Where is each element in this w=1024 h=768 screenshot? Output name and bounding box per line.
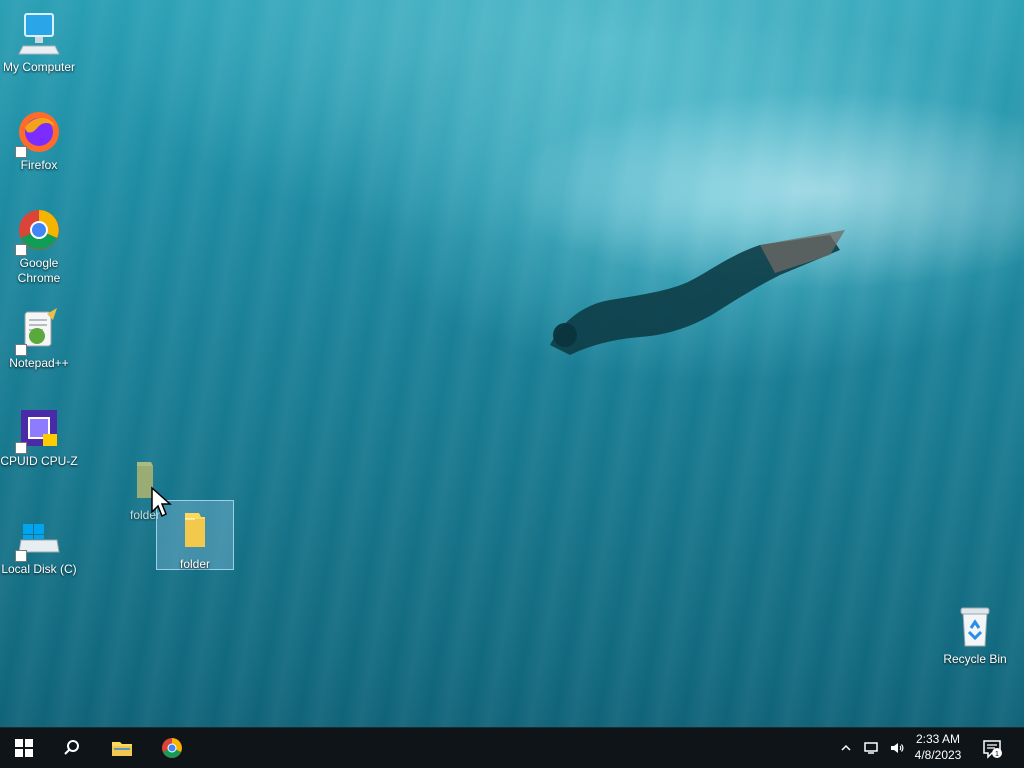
desktop-icon-label: Notepad++ <box>9 356 69 370</box>
clock[interactable]: 2:33 AM 4/8/2023 <box>908 731 968 763</box>
desktop-icon-label: Google Chrome <box>17 256 61 285</box>
chrome-icon <box>162 738 182 758</box>
recycle-bin-icon <box>951 602 999 650</box>
file-explorer-icon <box>112 742 132 756</box>
shortcut-arrow-icon <box>15 244 27 256</box>
notifications-icon: 1 <box>983 740 1002 759</box>
volume-button[interactable] <box>884 728 910 768</box>
search-button[interactable] <box>48 728 96 768</box>
volume-icon <box>891 743 904 753</box>
shortcut-arrow-icon <box>15 344 27 356</box>
shortcut-arrow-icon <box>15 550 27 562</box>
cpu-z-icon <box>15 404 63 454</box>
desktop-icon-label: Local Disk (C) <box>1 562 77 576</box>
taskbar-pinned-file-explorer[interactable] <box>98 728 146 768</box>
action-center-button[interactable]: 1 <box>972 728 1012 768</box>
chrome-icon <box>15 206 63 256</box>
desktop-icon-local-disk-c[interactable]: Local Disk (C) <box>0 512 78 577</box>
mouse-cursor-icon <box>151 486 172 518</box>
desktop-icon-label: folder <box>179 557 211 571</box>
time-text: 2:33 AM <box>915 732 961 746</box>
network-button[interactable] <box>858 728 884 768</box>
shortcut-arrow-icon <box>15 442 27 454</box>
local-disk-icon <box>15 512 63 562</box>
desktop-icon-label: CPUID CPU-Z <box>0 454 78 468</box>
start-icon <box>15 739 33 757</box>
network-icon <box>864 742 878 754</box>
tray-overflow-button[interactable] <box>834 728 858 768</box>
desktop-icon-recycle-bin[interactable]: Recycle Bin <box>936 602 1014 667</box>
notification-count: 1 <box>995 751 999 758</box>
desktop-icon-notepad-plus-plus[interactable]: Notepad++ <box>0 306 78 371</box>
wallpaper-diver <box>550 230 845 355</box>
computer-icon <box>15 10 63 58</box>
wallpaper-surface <box>504 90 1024 290</box>
taskbar-pinned-chrome[interactable] <box>148 728 196 768</box>
start-button[interactable] <box>0 728 48 768</box>
desktop-icon-my-computer[interactable]: My Computer <box>0 10 78 75</box>
chevron-up-icon <box>841 744 851 751</box>
search-icon <box>64 740 79 755</box>
firefox-icon <box>15 108 63 158</box>
folder-icon <box>171 507 219 555</box>
taskbar: 2:33 AM 4/8/2023 1 <box>0 727 1024 768</box>
desktop-icon-google-chrome[interactable]: Google Chrome <box>0 206 78 286</box>
desktop-icon-firefox[interactable]: Firefox <box>0 108 78 173</box>
notepad-plus-plus-icon <box>15 306 63 356</box>
date-text: 4/8/2023 <box>914 748 962 762</box>
wallpaper-rays <box>0 0 1024 728</box>
desktop-icon-label: My Computer <box>2 60 76 74</box>
desktop-icon-label: Recycle Bin <box>943 652 1007 666</box>
desktop-icon-cpuid-cpu-z[interactable]: CPUID CPU-Z <box>0 404 78 469</box>
desktop-icon-label: Firefox <box>20 158 58 172</box>
shortcut-arrow-icon <box>15 146 27 158</box>
